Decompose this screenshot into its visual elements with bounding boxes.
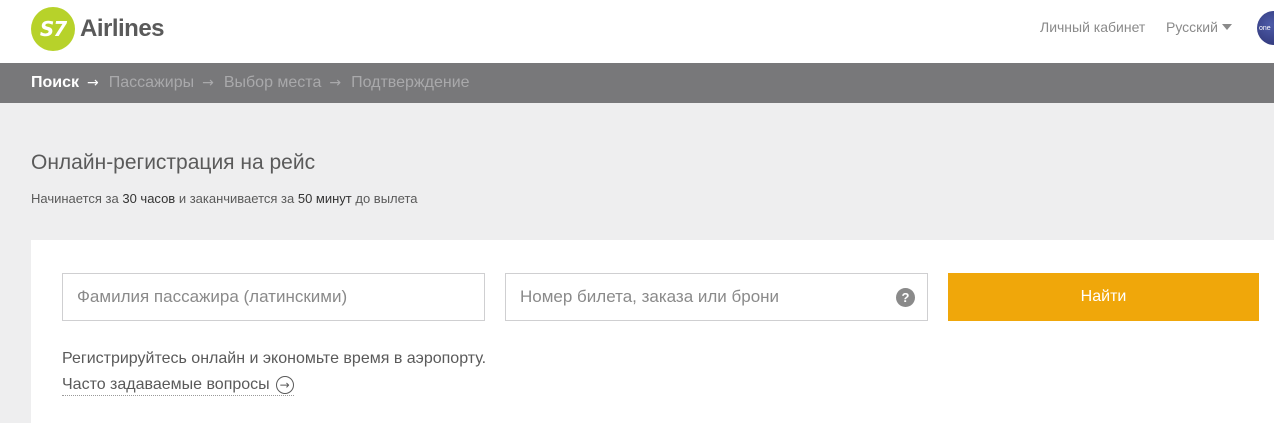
step-seat-selection: Выбор места <box>223 74 322 91</box>
page-title: Онлайн-регистрация на рейс <box>31 151 316 174</box>
ticket-number-input[interactable] <box>518 286 927 308</box>
step-confirmation: Подтверждение <box>351 74 470 91</box>
surname-field[interactable] <box>62 273 485 321</box>
account-link[interactable]: Личный кабинет <box>1040 19 1145 35</box>
info-note: Регистрируйтесь онлайн и экономьте время… <box>62 350 487 367</box>
subtitle-mid: и заканчивается за <box>175 191 298 206</box>
ticket-field[interactable]: ? <box>505 273 928 321</box>
header: S7 Airlines Личный кабинет Русский one <box>0 0 1274 63</box>
logo-text: Airlines <box>80 15 165 42</box>
arrow-circle-right-icon: → <box>275 376 294 394</box>
subtitle-start-time: 30 часов <box>122 191 176 206</box>
caret-down-icon <box>1221 24 1232 30</box>
surname-input[interactable] <box>75 286 484 308</box>
subtitle-end-time: 50 минут <box>297 191 352 206</box>
progress-steps: Поиск → Пассажиры → Выбор места → Подтве… <box>0 63 1274 103</box>
step-passengers: Пассажиры <box>108 74 195 91</box>
arrow-right-icon: → <box>202 75 214 91</box>
faq-link[interactable]: Часто задаваемые вопросы → <box>62 376 294 396</box>
page-subtitle: Начинается за 30 часов и заканчивается з… <box>31 191 417 206</box>
subtitle-suffix: до вылета <box>351 191 418 206</box>
faq-link-label: Часто задаваемые вопросы <box>62 376 270 393</box>
help-icon[interactable]: ? <box>896 288 915 307</box>
s7-logo-mark: S7 <box>31 7 75 51</box>
oneworld-text: one <box>1259 24 1271 32</box>
arrow-right-icon: → <box>329 75 342 91</box>
checkin-form-card: ? Найти Регистрируйтесь онлайн и экономь… <box>31 240 1274 423</box>
subtitle-prefix: Начинается за <box>31 191 123 206</box>
step-search: Поиск <box>31 74 80 91</box>
language-label: Русский <box>1166 19 1218 35</box>
oneworld-logo-icon[interactable]: one <box>1257 11 1274 45</box>
s7-logo[interactable]: S7 Airlines <box>31 7 165 51</box>
language-selector[interactable]: Русский <box>1166 19 1232 35</box>
find-button[interactable]: Найти <box>948 273 1259 321</box>
arrow-right-icon: → <box>87 75 99 91</box>
